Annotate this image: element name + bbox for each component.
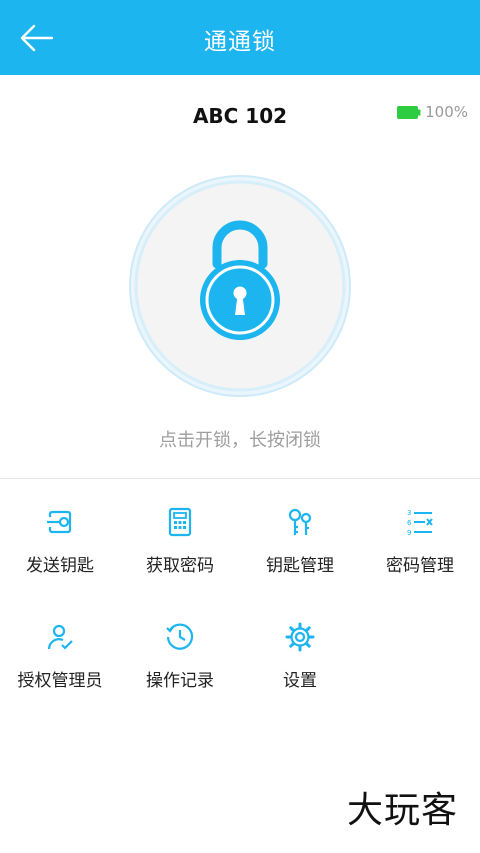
authorize-admin-button[interactable]: 授权管理员 [0,622,120,712]
settings-label: 设置 [283,671,317,691]
calculator-icon [168,507,192,537]
svg-text:6: 6 [407,519,412,527]
app-header: 通通锁 [0,0,480,75]
lock-hint: 点击开锁，长按闭锁 [159,430,321,451]
gear-icon [285,622,315,652]
history-icon [166,623,194,650]
watermark: 大玩客 [346,790,458,831]
page-title: 通通锁 [204,29,276,55]
get-password-button[interactable]: 获取密码 [120,507,240,597]
user-check-icon [47,624,73,650]
send-key-button[interactable]: 发送钥匙 [0,507,120,597]
get-password-label: 获取密码 [146,556,214,576]
battery-status: 100% [397,103,468,121]
battery-icon [397,105,421,119]
key-management-label: 钥匙管理 [266,556,334,576]
keys-icon [288,508,312,535]
password-management-label: 密码管理 [386,556,454,576]
unlock-button[interactable] [128,174,352,398]
svg-text:9: 9 [407,529,411,537]
key-management-button[interactable]: 钥匙管理 [240,507,360,597]
battery-percent: 100% [425,103,468,121]
svg-text:3: 3 [407,509,411,517]
divider [0,478,480,479]
password-management-button[interactable]: 3 6 9 密码管理 [360,507,480,597]
operation-log-button[interactable]: 操作记录 [120,622,240,712]
operation-log-label: 操作记录 [146,671,214,691]
number-list-icon: 3 6 9 [407,509,433,537]
send-key-label: 发送钥匙 [26,556,94,576]
settings-button[interactable]: 设置 [240,622,360,712]
padlock-icon [129,175,351,397]
authorize-admin-label: 授权管理员 [17,671,103,691]
send-key-icon [47,510,72,534]
